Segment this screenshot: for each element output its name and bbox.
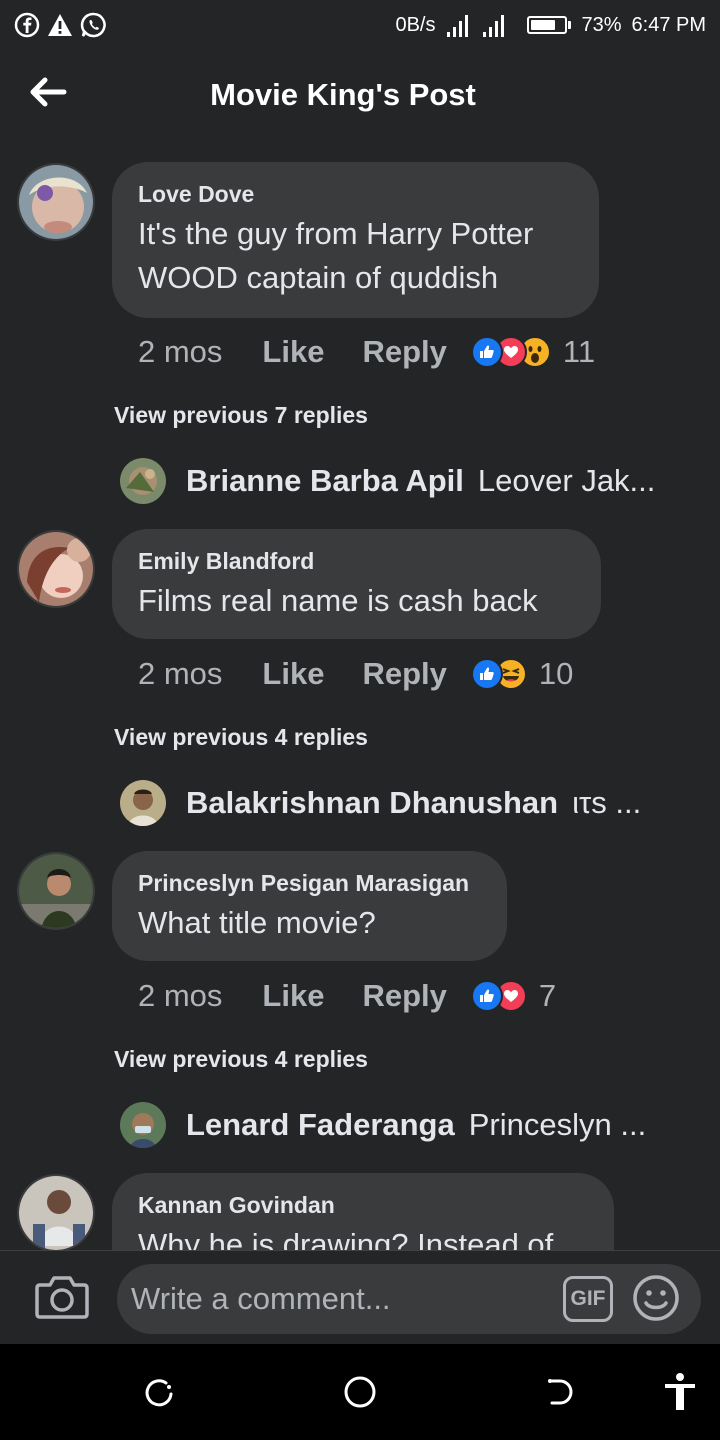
like-reaction-icon [470, 980, 503, 1012]
recents-icon [145, 1379, 173, 1407]
camera-icon [35, 1276, 89, 1319]
recents-button[interactable] [140, 1372, 180, 1412]
comment-bubble[interactable]: Kannan Govindan Why he is drawing? Inste… [112, 1173, 614, 1250]
system-back-button[interactable] [540, 1372, 580, 1412]
accessibility-icon [665, 1373, 695, 1410]
emoji-button[interactable] [632, 1274, 680, 1322]
home-icon [344, 1376, 376, 1408]
camera-button[interactable] [34, 1273, 90, 1321]
comment-input[interactable] [131, 1281, 551, 1317]
comment-composer: GIF [0, 1250, 720, 1344]
comment-author[interactable]: Kannan Govindan [138, 1191, 588, 1219]
system-nav-bar [0, 1344, 720, 1440]
like-reaction-icon [470, 336, 503, 368]
comment-field[interactable]: GIF [117, 1264, 701, 1334]
accessibility-button[interactable] [660, 1372, 700, 1412]
gif-button[interactable]: GIF [563, 1276, 613, 1322]
back-icon [548, 1379, 573, 1405]
comment-text-line: Why he is drawing? Instead of [138, 1227, 554, 1250]
avatar[interactable] [17, 1174, 95, 1250]
emoji-icon [633, 1275, 679, 1321]
home-button[interactable] [340, 1372, 380, 1412]
like-reaction-icon [470, 658, 503, 690]
comment: Kannan Govindan Why he is drawing? Inste… [0, 0, 720, 1250]
